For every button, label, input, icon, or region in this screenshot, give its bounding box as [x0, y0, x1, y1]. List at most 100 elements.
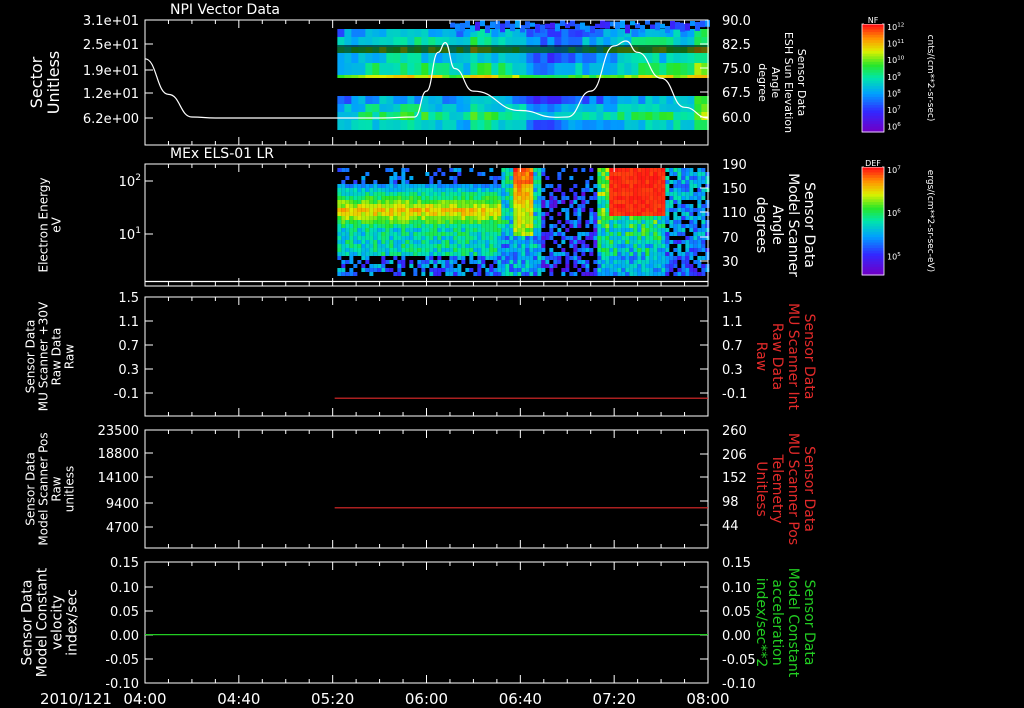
spectrogram-cell [689, 176, 694, 180]
spectrogram-cell [577, 224, 582, 228]
spectrogram-cell [417, 240, 422, 244]
spectrogram-cell [549, 224, 554, 228]
spectrogram-cell [485, 25, 490, 34]
spectrogram-cell [401, 212, 406, 216]
spectrogram-cell [442, 75, 450, 78]
spectrogram-cell [389, 228, 394, 232]
spectrogram-cell [400, 112, 408, 120]
spectrogram-cell [413, 272, 418, 276]
spectrogram-cell [605, 256, 610, 260]
spectrogram-cell [497, 220, 502, 224]
spectrogram-cell [357, 188, 362, 192]
x-tick-label: 07:20 [593, 690, 636, 708]
spectrogram-cell [665, 244, 670, 248]
spectrogram-cell [386, 96, 394, 104]
spectrogram-cell [541, 248, 546, 252]
spectrogram-cell [365, 240, 370, 244]
y-tick-label: 6.2e+00 [83, 112, 139, 127]
y-tick-label: 23500 [98, 424, 139, 439]
spectrogram-cell [665, 220, 670, 224]
spectrogram-cell [521, 264, 526, 268]
spectrogram-cell [649, 252, 654, 256]
spectrogram-cell [666, 53, 674, 63]
colorbar-tick-label: 1010 [887, 56, 905, 66]
spectrogram-cell [629, 224, 634, 228]
spectrogram-cell [389, 200, 394, 204]
spectrogram-cell [409, 244, 414, 248]
spectrogram-cell [477, 200, 482, 204]
spectrogram-cell [649, 244, 654, 248]
spectrogram-cell [557, 176, 562, 180]
spectrogram-cell [613, 252, 618, 256]
spectrogram-cell [489, 224, 494, 228]
spectrogram-cell [465, 204, 470, 208]
spectrogram-cell [554, 120, 562, 130]
spectrogram-cell [385, 236, 390, 240]
spectrogram-cell [613, 188, 618, 192]
spectrogram-cell [344, 104, 352, 112]
spectrogram-cell [369, 188, 374, 192]
spectrogram-cell [631, 63, 639, 75]
spectrogram-cell [369, 220, 374, 224]
spectrogram-cell [529, 260, 534, 264]
spectrogram-cell [593, 268, 598, 272]
spectrogram-cell [341, 228, 346, 232]
spectrogram-cell [561, 192, 566, 196]
spectrogram-cell [425, 216, 430, 220]
els-spectrogram [337, 168, 710, 276]
spectrogram-cell [657, 240, 662, 244]
spectrogram-cell [501, 240, 506, 244]
spectrogram-cell [477, 212, 482, 216]
spectrogram-cell [545, 212, 550, 216]
spectrogram-cell [505, 216, 510, 220]
y2-tick-label: 0.10 [722, 581, 751, 596]
spectrogram-cell [512, 63, 520, 75]
y2-axis-label: Model Scanner [785, 173, 801, 277]
spectrogram-cell [533, 204, 538, 208]
spectrogram-cell [442, 63, 450, 75]
spectrogram-cell [649, 268, 654, 272]
spectrogram-cell [405, 168, 410, 172]
spectrogram-cell [610, 29, 618, 37]
spectrogram-cell [469, 220, 474, 224]
spectrogram-cell [345, 208, 350, 212]
spectrogram-cell [405, 180, 410, 184]
spectrogram-cell [557, 220, 562, 224]
spectrogram-cell [393, 240, 398, 244]
spectrogram-cell [397, 248, 402, 252]
spectrogram-cell [533, 220, 538, 224]
spectrogram-cell [645, 75, 653, 78]
spectrogram-cell [540, 75, 548, 78]
spectrogram-cell [601, 256, 606, 260]
spectrogram-cell [373, 200, 378, 204]
spectrogram-cell [641, 204, 646, 208]
spectrogram-cell [433, 188, 438, 192]
spectrogram-cell [449, 176, 454, 180]
spectrogram-cell [525, 196, 530, 200]
spectrogram-cell [449, 220, 454, 224]
spectrogram-cell [358, 112, 366, 120]
spectrogram-cell [473, 188, 478, 192]
spectrogram-cell [605, 228, 610, 232]
spectrogram-cell [513, 220, 518, 224]
spectrogram-cell [601, 168, 606, 172]
spectrogram-cell [540, 104, 548, 112]
spectrogram-cell [666, 104, 674, 112]
spectrogram-cell [659, 104, 667, 112]
colorbar-els: DEF107106105 ergs/(cm**2-sr-sec-eV) [861, 158, 935, 276]
spectrogram-cell [515, 20, 520, 28]
spectrogram-cell [694, 63, 702, 75]
spectrogram-cell [473, 260, 478, 264]
spectrogram-cell [461, 228, 466, 232]
spectrogram-cell [541, 172, 546, 176]
spectrogram-cell [601, 264, 606, 268]
spectrogram-cell [397, 268, 402, 272]
spectrogram-cell [687, 63, 695, 75]
spectrogram-cell [554, 104, 562, 112]
spectrogram-cell [437, 236, 442, 240]
spectrogram-cell [625, 176, 630, 180]
spectrogram-cell [369, 216, 374, 220]
spectrogram-cell [409, 260, 414, 264]
y-axis-label: Sensor Data [24, 452, 38, 526]
spectrogram-cell [401, 184, 406, 188]
